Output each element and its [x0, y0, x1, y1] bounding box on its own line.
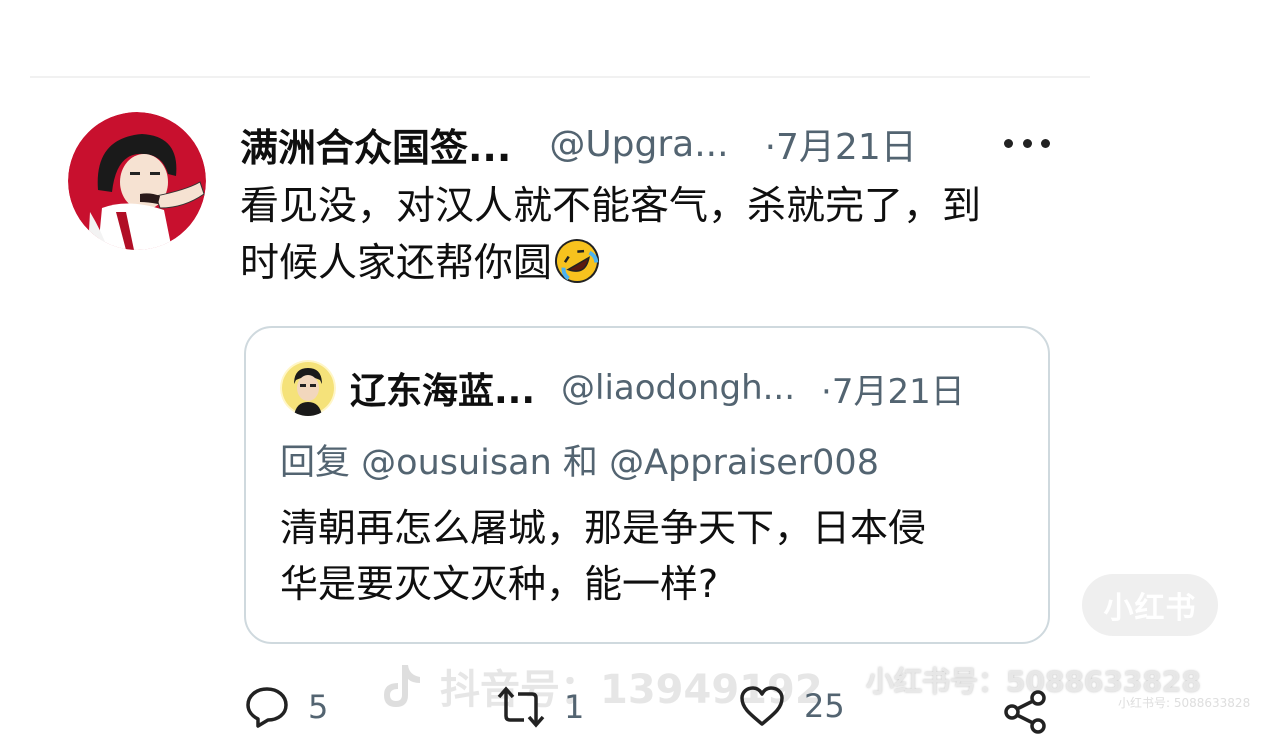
retweet-count: 1 — [564, 688, 585, 726]
quoted-tweet-card[interactable]: 辽东海蓝... @liaodongh... ·7月21日 回复 @ousuisa… — [244, 326, 1050, 644]
reply-prefix: 回复 — [280, 443, 351, 483]
quote-header: 辽东海蓝... @liaodongh... ·7月21日 — [350, 362, 965, 414]
author-avatar[interactable] — [68, 112, 206, 250]
tweet-screenshot: 满洲合众国签... @Upgra... ·7月21日 看见没，对汉人就不能客气，… — [0, 0, 1280, 736]
divider — [30, 76, 1090, 78]
tweet-header: 满洲合众国签... @Upgra... ·7月21日 — [240, 116, 917, 172]
quote-author-avatar[interactable] — [280, 360, 336, 416]
retweet-icon — [497, 686, 545, 728]
share-button[interactable] — [1002, 690, 1050, 736]
quote-text-line: 清朝再怎么屠城，那是争天下，日本侵 — [280, 506, 927, 550]
tweet-date[interactable]: ·7月21日 — [765, 118, 917, 170]
reply-joiner: 和 — [562, 443, 598, 483]
reply-count: 5 — [308, 688, 329, 726]
quote-author-handle[interactable]: @liaodongh... — [561, 368, 795, 408]
like-count: 25 — [804, 687, 845, 725]
heart-icon — [740, 686, 784, 726]
tweet-action-bar: 5 1 25 — [0, 672, 1280, 736]
quote-date[interactable]: ·7月21日 — [821, 364, 965, 413]
quote-text-line: 华是要灭文灭种，能一样? — [280, 562, 719, 606]
reply-icon — [246, 687, 288, 728]
tweet-text: 看见没，对汉人就不能客气，杀就完了，到 时候人家还帮你圆 — [240, 178, 1040, 300]
like-button[interactable]: 25 — [738, 684, 845, 728]
tweet-text-line: 看见没，对汉人就不能客气，杀就完了，到 — [240, 184, 982, 229]
retweet-button[interactable]: 1 — [496, 684, 584, 730]
quote-author-name[interactable]: 辽东海蓝... — [350, 362, 535, 414]
reply-mention-link[interactable]: @ousuisan — [361, 443, 552, 483]
author-handle[interactable]: @Upgra... — [549, 124, 728, 165]
share-icon — [1004, 690, 1046, 734]
reply-mention-link[interactable]: @Appraiser008 — [609, 443, 879, 483]
rolling-laughing-emoji-icon — [554, 238, 600, 300]
author-name[interactable]: 满洲合众国签... — [240, 117, 511, 172]
xiaohongshu-watermark-logo: 小红书 — [1082, 574, 1218, 636]
reply-button[interactable]: 5 — [244, 684, 328, 730]
tweet-text-line: 时候人家还帮你圆 — [240, 241, 553, 286]
quote-text: 清朝再怎么屠城，那是争天下，日本侵 华是要灭文灭种，能一样? — [280, 500, 1020, 612]
reply-to-line: 回复 @ousuisan 和 @Appraiser008 — [280, 434, 879, 484]
more-options-icon[interactable] — [1004, 128, 1050, 158]
